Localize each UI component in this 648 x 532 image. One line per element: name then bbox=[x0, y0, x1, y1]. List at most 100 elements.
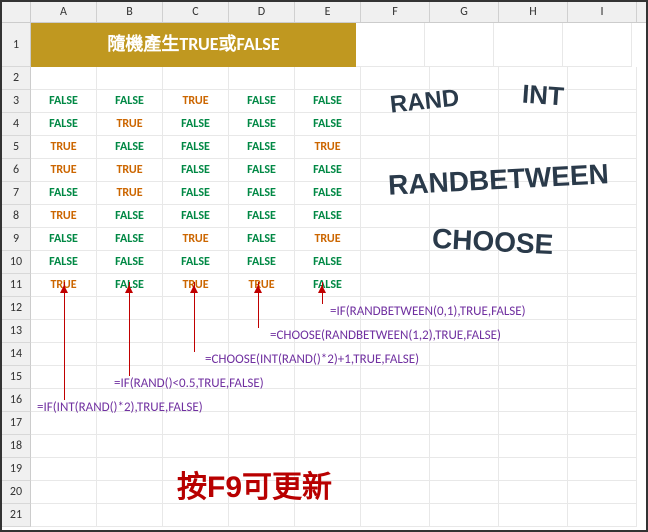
cell[interactable]: TRUE bbox=[97, 182, 163, 205]
cell[interactable] bbox=[430, 504, 499, 527]
cell[interactable] bbox=[568, 136, 637, 159]
cell[interactable] bbox=[31, 435, 97, 458]
cell[interactable] bbox=[229, 435, 295, 458]
cell[interactable]: TRUE bbox=[97, 159, 163, 182]
cell[interactable] bbox=[229, 297, 295, 320]
cell[interactable] bbox=[499, 389, 568, 412]
cell[interactable] bbox=[430, 435, 499, 458]
cell[interactable] bbox=[361, 458, 430, 481]
cell[interactable]: FALSE bbox=[163, 159, 229, 182]
cell[interactable]: TRUE bbox=[295, 228, 361, 251]
cell[interactable] bbox=[361, 205, 430, 228]
cell[interactable] bbox=[499, 251, 568, 274]
row-header-3[interactable]: 3 bbox=[2, 90, 31, 113]
cell[interactable]: FALSE bbox=[31, 251, 97, 274]
cell[interactable]: FALSE bbox=[229, 205, 295, 228]
cell[interactable] bbox=[229, 504, 295, 527]
cell[interactable]: FALSE bbox=[97, 251, 163, 274]
row-header-19[interactable]: 19 bbox=[2, 458, 31, 481]
row-header-15[interactable]: 15 bbox=[2, 366, 31, 389]
cell[interactable]: FALSE bbox=[229, 228, 295, 251]
cell[interactable] bbox=[361, 90, 430, 113]
cell[interactable]: FALSE bbox=[163, 182, 229, 205]
cell[interactable] bbox=[97, 67, 163, 90]
cell[interactable] bbox=[295, 412, 361, 435]
cell[interactable]: FALSE bbox=[97, 228, 163, 251]
title-cell[interactable]: 隨機產生TRUE或FALSE bbox=[31, 23, 356, 67]
cell[interactable]: TRUE bbox=[31, 205, 97, 228]
cell[interactable]: TRUE bbox=[163, 228, 229, 251]
cell[interactable] bbox=[568, 67, 637, 90]
cell[interactable]: TRUE bbox=[295, 136, 361, 159]
cell[interactable]: TRUE bbox=[31, 159, 97, 182]
row-header-1[interactable]: 1 bbox=[2, 23, 31, 67]
cell[interactable]: FALSE bbox=[229, 182, 295, 205]
cell[interactable] bbox=[97, 435, 163, 458]
cell[interactable] bbox=[499, 274, 568, 297]
cell[interactable] bbox=[163, 320, 229, 343]
cell[interactable] bbox=[97, 412, 163, 435]
col-header-E[interactable]: E bbox=[295, 2, 361, 22]
cell[interactable]: FALSE bbox=[229, 251, 295, 274]
col-header-D[interactable]: D bbox=[229, 2, 295, 22]
cell[interactable] bbox=[361, 182, 430, 205]
cell[interactable] bbox=[568, 274, 637, 297]
cell[interactable] bbox=[499, 136, 568, 159]
row-header-18[interactable]: 18 bbox=[2, 435, 31, 458]
cell[interactable] bbox=[568, 297, 637, 320]
cell[interactable]: FALSE bbox=[31, 113, 97, 136]
cell[interactable] bbox=[568, 343, 637, 366]
cell[interactable] bbox=[499, 205, 568, 228]
cell[interactable] bbox=[229, 389, 295, 412]
row-header-16[interactable]: 16 bbox=[2, 389, 31, 412]
cell[interactable]: FALSE bbox=[295, 182, 361, 205]
cell[interactable] bbox=[163, 297, 229, 320]
cell[interactable] bbox=[430, 159, 499, 182]
cell[interactable] bbox=[499, 67, 568, 90]
row-header-21[interactable]: 21 bbox=[2, 504, 31, 527]
col-header-I[interactable]: I bbox=[568, 2, 637, 22]
cell[interactable] bbox=[499, 481, 568, 504]
cell[interactable] bbox=[295, 504, 361, 527]
cell[interactable] bbox=[499, 182, 568, 205]
cell[interactable] bbox=[568, 412, 637, 435]
cell[interactable] bbox=[31, 412, 97, 435]
cell[interactable]: TRUE bbox=[97, 113, 163, 136]
cell[interactable] bbox=[361, 113, 430, 136]
cell[interactable] bbox=[163, 435, 229, 458]
cell[interactable]: TRUE bbox=[229, 274, 295, 297]
cell[interactable] bbox=[430, 90, 499, 113]
cell[interactable]: FALSE bbox=[97, 90, 163, 113]
col-header-B[interactable]: B bbox=[97, 2, 163, 22]
select-all-corner[interactable] bbox=[2, 2, 31, 22]
cell[interactable] bbox=[97, 320, 163, 343]
col-header-H[interactable]: H bbox=[499, 2, 568, 22]
row-header-8[interactable]: 8 bbox=[2, 205, 31, 228]
row-header-6[interactable]: 6 bbox=[2, 159, 31, 182]
cell[interactable] bbox=[568, 435, 637, 458]
cell[interactable] bbox=[361, 412, 430, 435]
cell[interactable] bbox=[31, 67, 97, 90]
cell[interactable] bbox=[568, 251, 637, 274]
row-header-4[interactable]: 4 bbox=[2, 113, 31, 136]
col-header-G[interactable]: G bbox=[430, 2, 499, 22]
cell[interactable]: FALSE bbox=[229, 159, 295, 182]
cell[interactable]: FALSE bbox=[295, 274, 361, 297]
cell[interactable] bbox=[163, 67, 229, 90]
cell[interactable] bbox=[568, 205, 637, 228]
cell[interactable] bbox=[229, 67, 295, 90]
cell[interactable] bbox=[97, 504, 163, 527]
cell[interactable] bbox=[361, 366, 430, 389]
cell[interactable] bbox=[568, 320, 637, 343]
cell[interactable] bbox=[499, 458, 568, 481]
cell[interactable] bbox=[499, 504, 568, 527]
cell[interactable] bbox=[430, 412, 499, 435]
cell[interactable] bbox=[430, 343, 499, 366]
cell[interactable] bbox=[361, 481, 430, 504]
cell[interactable] bbox=[229, 412, 295, 435]
cell[interactable]: FALSE bbox=[229, 90, 295, 113]
cell[interactable] bbox=[568, 389, 637, 412]
cell[interactable] bbox=[361, 159, 430, 182]
col-header-F[interactable]: F bbox=[361, 2, 430, 22]
cell[interactable] bbox=[430, 136, 499, 159]
